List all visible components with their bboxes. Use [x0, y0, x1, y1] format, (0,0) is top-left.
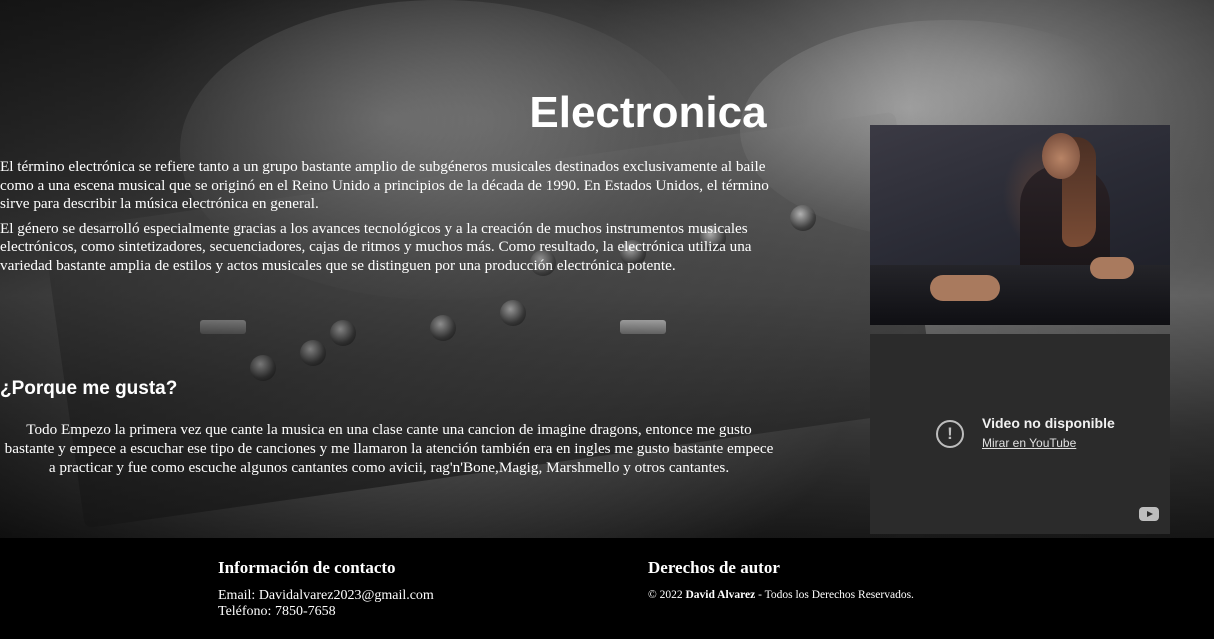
video-unavailable-message: Video no disponible [982, 415, 1115, 431]
copyright-owner: David Alvarez [685, 589, 756, 601]
dj-head-shape [1042, 133, 1080, 179]
dj-photo [870, 125, 1170, 325]
intro-paragraph: El término electrónica se refiere tanto … [0, 158, 769, 212]
copyright-prefix: © 2022 [648, 589, 686, 601]
dj-hand-shape [930, 275, 1000, 301]
copyright-heading: Derechos de autor [648, 558, 780, 577]
watch-on-youtube-link[interactable]: Mirar en YouTube [982, 436, 1076, 450]
dj-hand-shape [1090, 257, 1134, 279]
youtube-icon[interactable] [1139, 507, 1159, 521]
contact-email: Email: Davidalvarez2023@gmail.com [218, 588, 434, 603]
section-heading: ¿Porque me gusta? [0, 378, 178, 399]
youtube-embed[interactable]: ! Video no disponible Mirar en YouTube [870, 334, 1170, 534]
alert-icon: ! [936, 420, 964, 448]
contact-heading: Información de contacto [218, 558, 396, 577]
intro-paragraph: El género se desarrolló especialmente gr… [0, 219, 752, 274]
footer: Información de contacto Email: Davidalva… [0, 538, 1214, 639]
contact-phone: Teléfono: 7850-7658 [218, 604, 336, 619]
copyright-info: Derechos de autor © 2022 David Alvarez -… [648, 558, 914, 602]
copyright-text: © 2022 David Alvarez - Todos los Derecho… [648, 588, 914, 602]
copyright-suffix: - Todos los Derechos Reservados. [755, 589, 914, 601]
contact-info: Información de contacto Email: Davidalva… [218, 558, 434, 620]
intro-text: El término electrónica se refiere tanto … [0, 158, 780, 281]
section-body: Todo Empezo la primera vez que cante la … [4, 421, 774, 476]
